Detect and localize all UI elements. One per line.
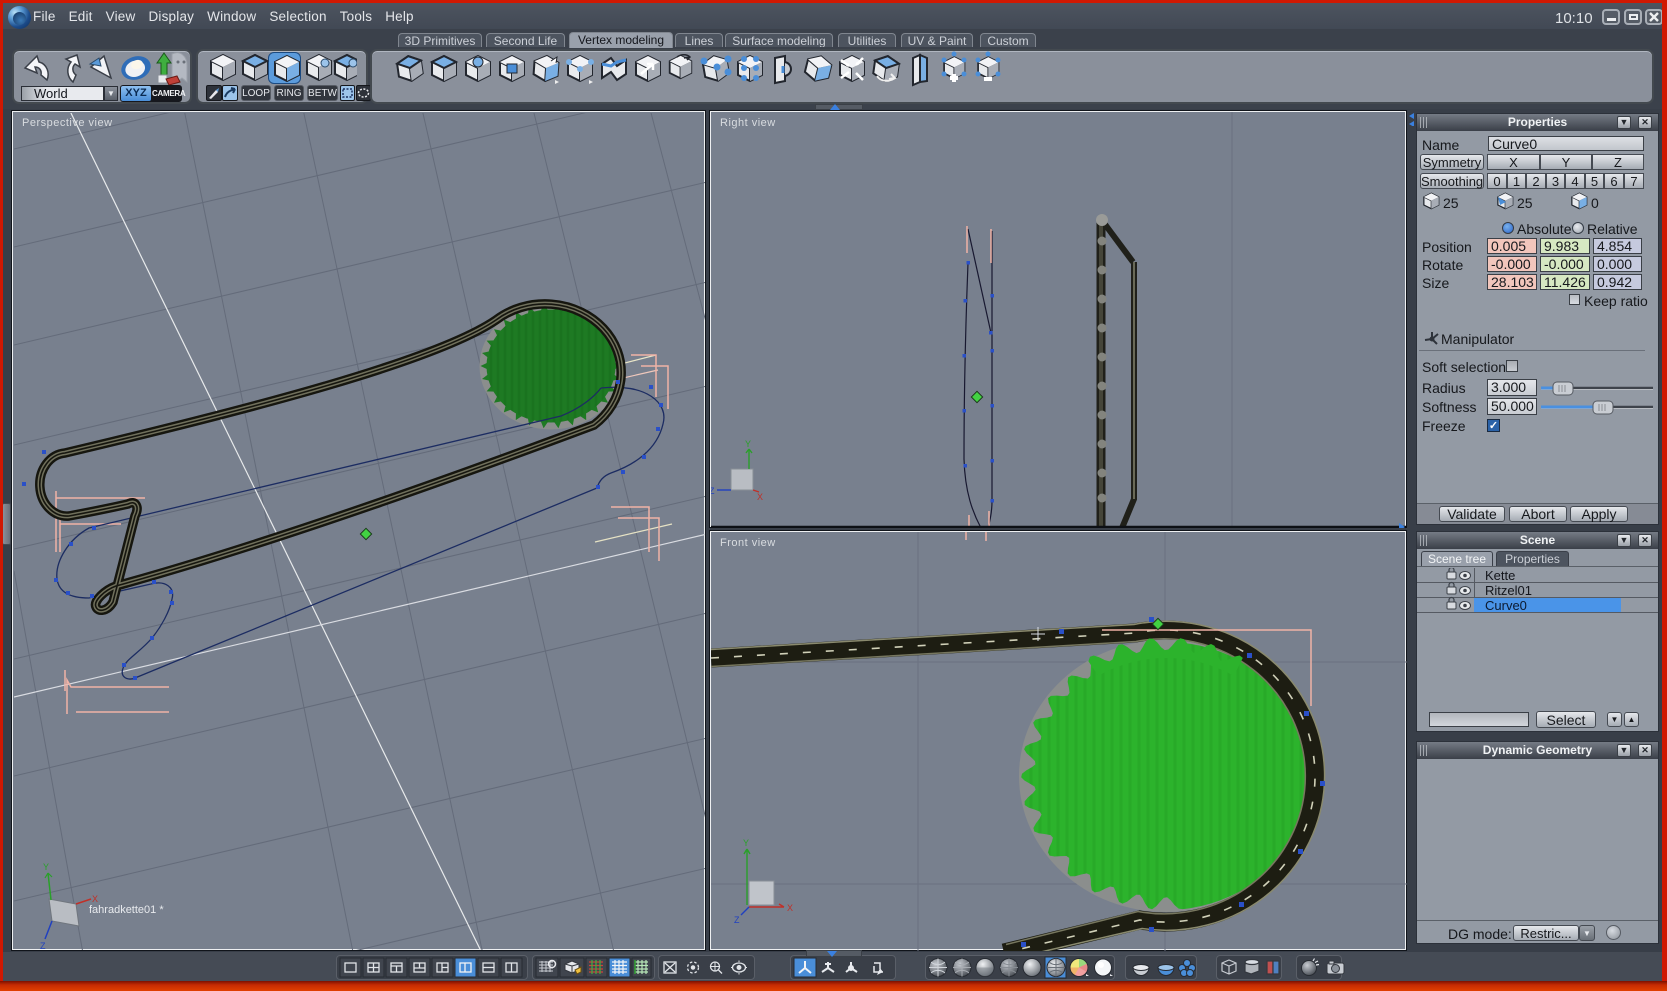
svg-text:Y: Y — [743, 838, 749, 848]
svg-text:Kette: Kette — [1485, 568, 1515, 583]
svg-text:Ritzel01: Ritzel01 — [1485, 583, 1532, 598]
svg-text:X: X — [757, 492, 763, 502]
svg-text:Y: Y — [43, 862, 49, 872]
svg-text:X: X — [787, 903, 793, 913]
svg-text:Curve0: Curve0 — [1485, 598, 1527, 613]
svg-text:Z: Z — [711, 486, 715, 496]
svg-text:Z: Z — [734, 915, 740, 925]
svg-text:X: X — [92, 894, 98, 904]
svg-text:Z: Z — [40, 941, 46, 950]
svg-text:fahradkette01 *: fahradkette01 * — [89, 904, 164, 916]
svg-text:Y: Y — [745, 439, 751, 449]
